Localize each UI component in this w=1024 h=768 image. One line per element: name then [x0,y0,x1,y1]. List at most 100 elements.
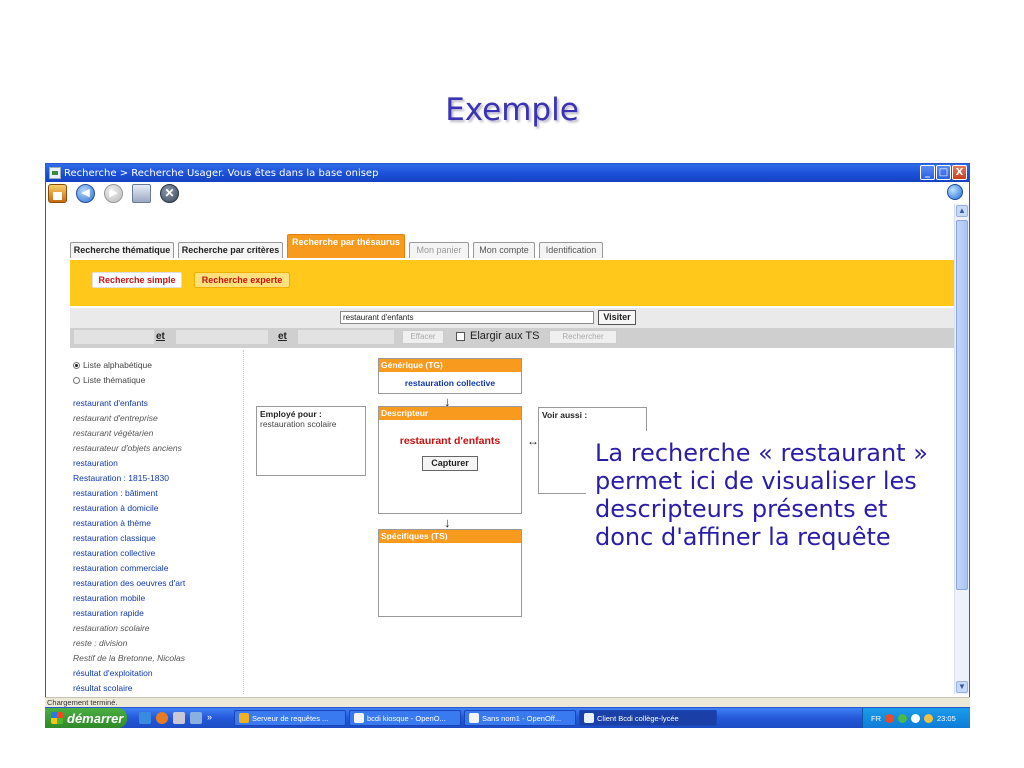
quick-launch: » [139,712,231,724]
globe-icon[interactable] [947,184,963,200]
app-icon[interactable] [173,712,185,724]
tab-thematic-search[interactable]: Recherche thématique [70,242,174,258]
scroll-down-icon[interactable]: ▼ [956,681,968,693]
task-label: Sans nom1 - OpenOff... [482,713,562,723]
tab-criteria-search[interactable]: Recherche par critères [178,242,283,258]
scroll-up-icon[interactable]: ▲ [956,205,968,217]
taskbar: démarrer » Serveur de requêtes ... bcdi … [45,708,970,728]
slide-title: Exemple [445,92,579,128]
visit-button[interactable]: Visiter [598,310,636,325]
broaden-checkbox[interactable] [456,331,465,341]
update-icon[interactable] [924,713,933,723]
operator-label-2[interactable]: et [278,331,287,342]
clear-button[interactable]: Effacer [402,330,444,344]
slide: Exemple Recherche > Recherche Usager. Vo… [0,0,1024,768]
operator-field-2[interactable] [176,330,268,344]
forward-icon[interactable]: ▶ [104,183,123,203]
security-icon[interactable] [898,713,907,723]
task-label: Serveur de requêtes ... [252,713,329,723]
term-list-item[interactable]: restaurant végétarien [73,426,248,441]
radio-thematic[interactable]: Liste thématique [73,373,248,388]
term-list-item[interactable]: restaurateur d'objets anciens [73,441,248,456]
term-list-item[interactable]: restauration : bâtiment [73,486,248,501]
subtab-expert-search[interactable]: Recherche experte [194,272,290,288]
term-panel: Liste alphabétique Liste thématique rest… [73,358,248,694]
minimize-button[interactable]: _ [920,165,935,180]
term-list-item[interactable]: restauration mobile [73,591,248,606]
windows-logo-icon [51,712,63,724]
search-row: restaurant d'enfants Visiter [70,308,954,328]
scroll-thumb[interactable] [956,220,968,590]
start-label: démarrer [67,710,124,726]
maximize-button[interactable]: □ [936,165,951,180]
window-titlebar[interactable]: Recherche > Recherche Usager. Vous êtes … [46,164,969,182]
subtab-bar: Recherche simple Recherche experte [70,260,954,306]
window-title: Recherche > Recherche Usager. Vous êtes … [64,167,379,179]
tab-account[interactable]: Mon compte [473,242,535,258]
term-list-item[interactable]: Restauration : 1815-1830 [73,471,248,486]
language-indicator[interactable]: FR [871,714,881,723]
panel-divider [243,350,244,694]
term-list-item[interactable]: résultat scolaire [73,681,248,694]
volume-icon[interactable] [911,713,920,723]
close-button[interactable]: X [952,165,967,180]
back-icon[interactable]: ◀ [76,183,95,203]
system-tray: FR 23:05 [862,708,970,728]
callout-text: La recherche « restaurant » permet ici d… [595,439,928,551]
capture-button[interactable]: Capturer [422,456,478,471]
operator-field-1[interactable] [74,330,154,344]
task-button[interactable]: bcdi kiosque - OpenO... [349,710,461,726]
radio-alphabetical[interactable]: Liste alphabétique [73,358,248,373]
generic-term-value[interactable]: restauration collective [379,378,521,388]
term-list-item[interactable]: restauration collective [73,546,248,561]
radio-alphabetical-dot[interactable] [73,362,80,369]
tab-thesaurus-search[interactable]: Recherche par thésaurus [287,234,405,258]
callout-box: La recherche « restaurant » permet ici d… [586,431,946,625]
term-list-item[interactable]: restauration commerciale [73,561,248,576]
print-icon[interactable] [132,183,151,203]
status-bar: Chargement terminé. [45,697,970,707]
task-button[interactable]: Serveur de requêtes ... [234,710,346,726]
term-list-item[interactable]: restaurant d'enfants [73,396,248,411]
broaden-option[interactable]: Elargir aux TS [456,330,540,342]
start-button[interactable]: démarrer [45,708,127,728]
specific-terms-box: Spécifiques (TS) [378,529,522,617]
term-list-item[interactable]: restauration [73,456,248,471]
descriptor-box: Descripteur restaurant d'enfants Capture… [378,406,522,514]
network-icon[interactable] [885,713,894,723]
broaden-label: Elargir aux TS [470,330,540,342]
term-list-item[interactable]: restauration scolaire [73,621,248,636]
browser-icon[interactable] [139,712,151,724]
term-list-item[interactable]: restauration à thème [73,516,248,531]
search-input[interactable]: restaurant d'enfants [340,311,594,324]
tab-basket[interactable]: Mon panier [409,242,469,258]
stop-icon[interactable]: ✕ [160,183,179,203]
search-button[interactable]: Rechercher [549,330,617,344]
term-list-item[interactable]: restaurant d'entreprise [73,411,248,426]
term-list-item[interactable]: reste : division [73,636,248,651]
radio-thematic-dot[interactable] [73,377,80,384]
term-list-item[interactable]: restauration rapide [73,606,248,621]
radio-thematic-label: Liste thématique [83,375,146,385]
window-controls: _ □ X [920,165,967,180]
home-icon[interactable] [48,183,67,203]
task-button-active[interactable]: Client Bcdi collège-lycée [579,710,717,726]
specific-terms-header: Spécifiques (TS) [379,530,521,543]
operator-label-1[interactable]: et [156,331,165,342]
subtab-simple-search[interactable]: Recherche simple [92,272,182,288]
task-button[interactable]: Sans nom1 - OpenOff... [464,710,576,726]
tab-identification[interactable]: Identification [539,242,603,258]
term-list-item[interactable]: résultat d'exploitation [73,666,248,681]
vertical-scrollbar[interactable]: ▲ ▼ [954,204,969,694]
quick-launch-overflow[interactable]: » [207,712,212,724]
descriptor-value: restaurant d'enfants [399,435,501,447]
term-list-item[interactable]: restauration à domicile [73,501,248,516]
used-for-value[interactable]: restauration scolaire [260,419,362,429]
term-list-item[interactable]: restauration classique [73,531,248,546]
media-icon[interactable] [156,712,168,724]
desktop-icon[interactable] [190,712,202,724]
term-list-item[interactable]: restauration des oeuvres d'art [73,576,248,591]
term-list-item[interactable]: Restif de la Bretonne, Nicolas [73,651,248,666]
operator-field-3[interactable] [298,330,394,344]
toolbar: ◀ ▶ ✕ [46,182,969,204]
